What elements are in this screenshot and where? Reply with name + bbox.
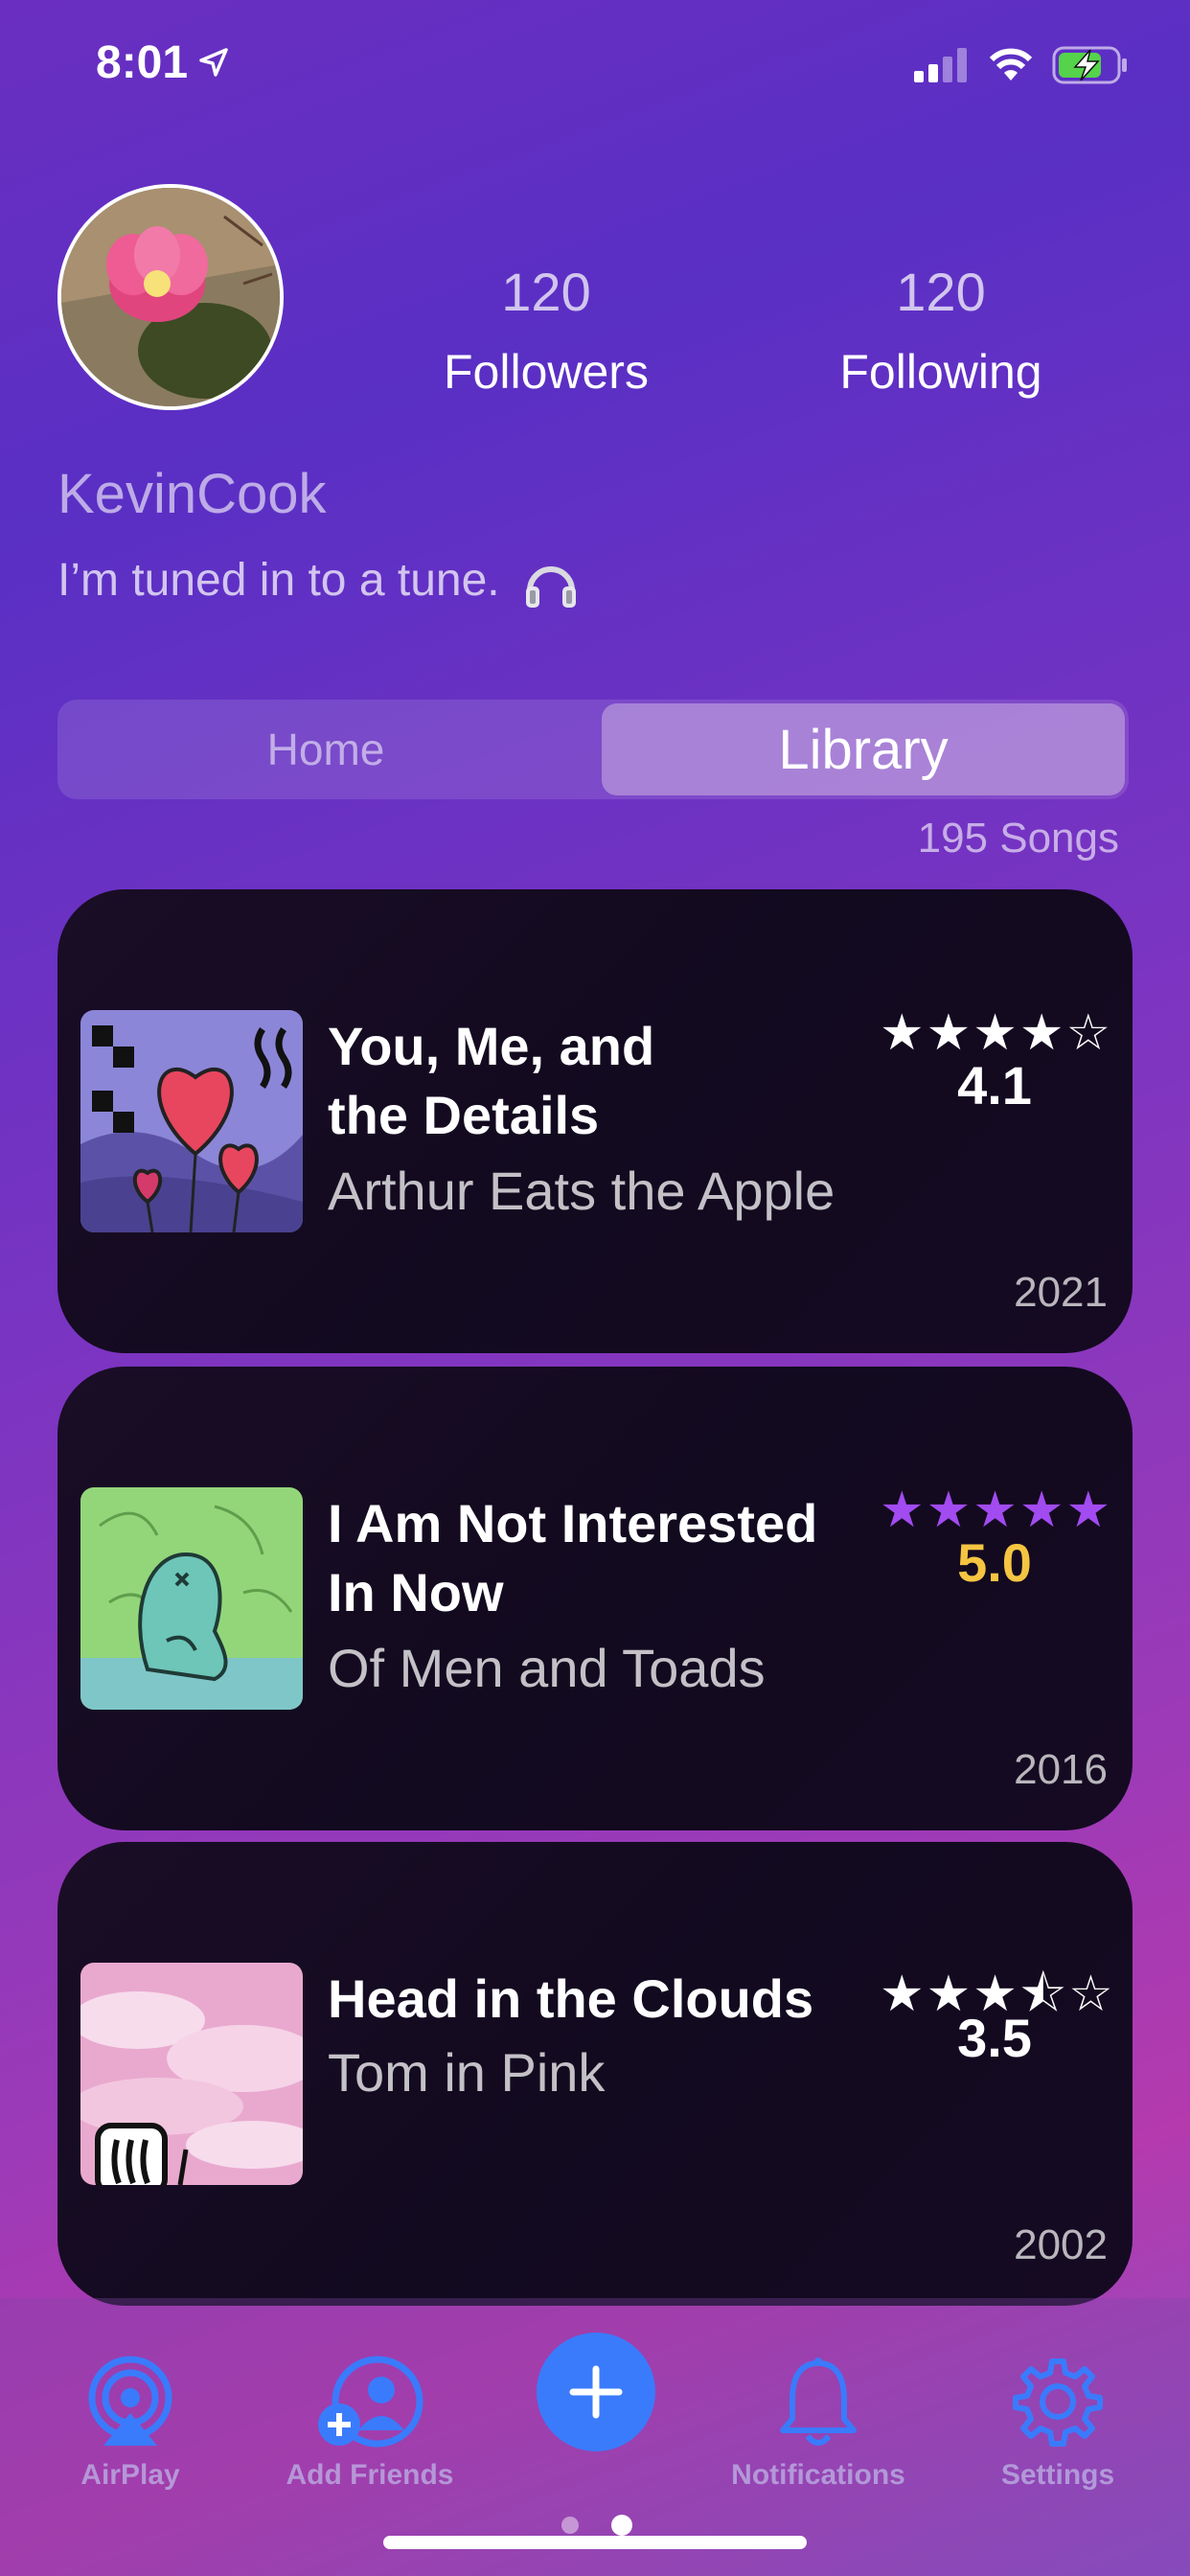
home-indicator[interactable] <box>383 2536 807 2549</box>
tab-airplay-label: AirPlay <box>80 2459 180 2491</box>
song-title-line2: the Details <box>328 1085 600 1145</box>
tab-notifications[interactable]: Notifications <box>713 2344 924 2492</box>
song-title: I Am Not Interested In Now <box>328 1489 864 1627</box>
headphones-icon <box>525 566 576 609</box>
album-art <box>80 1963 303 2185</box>
song-card[interactable]: I Am Not Interested In Now Of Men and To… <box>57 1367 1133 1830</box>
tab-airplay[interactable]: AirPlay <box>34 2344 226 2492</box>
profile-avatar[interactable] <box>57 184 284 410</box>
plus-icon <box>569 2365 623 2419</box>
song-title-line1: I Am Not Interested <box>328 1493 818 1553</box>
home-library-segmented-control: Home Library <box>57 700 1129 799</box>
wifi-icon <box>989 48 1033 80</box>
airplay-icon <box>88 2356 172 2446</box>
song-card[interactable]: Head in the Clouds Tom in Pink ★★★⯪☆ 3.5… <box>57 1842 1133 2306</box>
followers-label: Followers <box>444 345 649 399</box>
add-friend-icon <box>318 2356 423 2448</box>
gear-icon <box>1013 2358 1103 2447</box>
song-title: You, Me, and the Details <box>328 1012 864 1150</box>
star-rating: ★★★★★ <box>880 1483 1113 1538</box>
following-count: 120 <box>896 262 986 322</box>
release-year: 2021 <box>1014 1269 1108 1316</box>
following-label: Following <box>839 345 1042 399</box>
page-indicator-dot-active <box>611 2515 632 2536</box>
add-button[interactable] <box>537 2333 655 2451</box>
song-artist: Arthur Eats the Apple <box>328 1161 835 1221</box>
release-year: 2002 <box>1014 2221 1108 2268</box>
tab-notifications-label: Notifications <box>731 2459 905 2491</box>
tab-settings[interactable]: Settings <box>962 2344 1154 2492</box>
flower-avatar-image <box>61 188 280 406</box>
tab-add-friends[interactable]: Add Friends <box>274 2344 466 2492</box>
following-stat[interactable]: 120 Following <box>797 261 1085 400</box>
song-title-line2: In Now <box>328 1562 504 1622</box>
username: KevinCook <box>57 463 327 525</box>
segment-home[interactable]: Home <box>57 700 594 799</box>
song-title: Head in the Clouds <box>328 1965 864 2034</box>
bio-text: I’m tuned in to a tune. <box>57 554 580 611</box>
rating-value: 5.0 <box>957 1532 1032 1593</box>
tab-add-friends-label: Add Friends <box>286 2459 454 2491</box>
bio-label: I’m tuned in to a tune. <box>57 555 500 606</box>
song-artist: Of Men and Toads <box>328 1638 766 1698</box>
battery-charging-icon <box>1052 46 1127 84</box>
song-artist: Tom in Pink <box>328 2042 606 2103</box>
segment-library[interactable]: Library <box>602 703 1125 795</box>
release-year: 2016 <box>1014 1746 1108 1793</box>
tab-settings-label: Settings <box>1000 2459 1115 2491</box>
bell-icon <box>780 2358 857 2446</box>
song-count: 195 Songs <box>917 815 1119 862</box>
album-art <box>80 1487 303 1710</box>
page-indicator-dot <box>561 2517 579 2534</box>
rating-value: 4.1 <box>957 1055 1032 1116</box>
song-title-line1: Head in the Clouds <box>328 1968 814 2029</box>
status-time: 8:01 <box>96 37 189 88</box>
rating-value: 3.5 <box>957 2008 1032 2068</box>
album-art <box>80 1010 303 1232</box>
song-card[interactable]: You, Me, and the Details Arthur Eats the… <box>57 889 1133 1353</box>
location-arrow-icon <box>199 48 228 77</box>
star-rating: ★★★★☆ <box>880 1005 1113 1061</box>
followers-count: 120 <box>501 262 591 322</box>
song-title-line1: You, Me, and <box>328 1016 655 1076</box>
status-bar: 8:01 <box>0 0 1190 134</box>
followers-stat[interactable]: 120 Followers <box>402 261 690 400</box>
cellular-signal-icon <box>914 48 967 82</box>
